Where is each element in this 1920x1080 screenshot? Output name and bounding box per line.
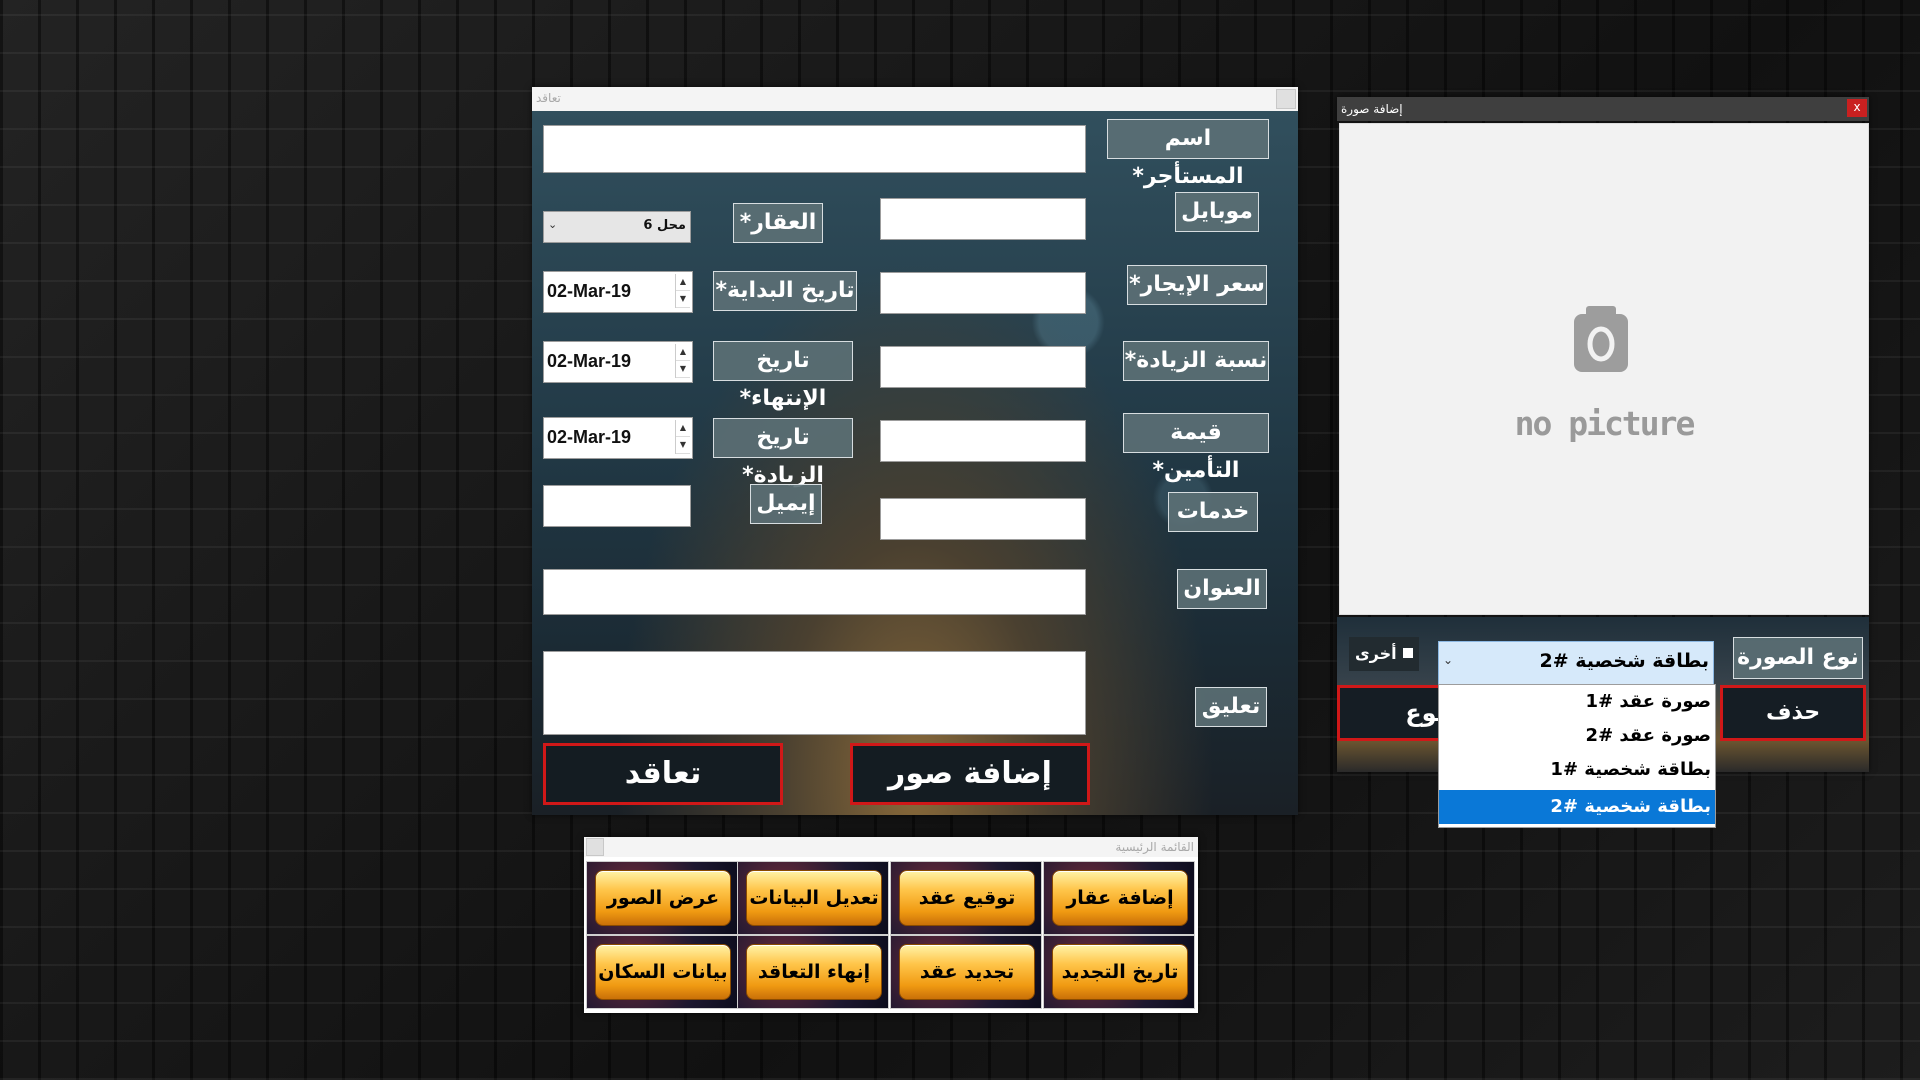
spin-up-icon[interactable]: ▲ bbox=[676, 344, 690, 361]
increase-rate-input[interactable] bbox=[880, 346, 1086, 388]
menu-cell: بيانات السكان bbox=[586, 935, 738, 1009]
menu-cell: تاريخ التجديد bbox=[1043, 935, 1195, 1009]
increase-date-picker[interactable]: 02-Mar-19 ▲ ▼ bbox=[543, 417, 693, 459]
insurance-value-input[interactable] bbox=[880, 420, 1086, 462]
email-label: إيميل bbox=[750, 484, 822, 524]
main-menu-close-button[interactable] bbox=[586, 838, 604, 856]
mobile-label: موبايل bbox=[1175, 192, 1259, 232]
sign-contract-button[interactable]: توقيع عقد bbox=[899, 870, 1035, 926]
mobile-input[interactable] bbox=[880, 198, 1086, 240]
menu-cell: توقيع عقد bbox=[890, 861, 1042, 935]
services-input[interactable] bbox=[880, 498, 1086, 540]
contract-title-bar[interactable]: تعاقد bbox=[532, 87, 1298, 112]
address-label: العنوان bbox=[1177, 569, 1267, 609]
contract-form: اسم المستأجر* موبايل العقار* محل 6 ⌄ سعر… bbox=[532, 111, 1298, 815]
property-select-value: محل 6 bbox=[643, 218, 686, 233]
menu-cell: إنهاء التعاقد bbox=[737, 935, 889, 1009]
increase-date-label: تاريخ الزيادة* bbox=[713, 418, 853, 488]
address-input[interactable] bbox=[543, 569, 1086, 615]
rent-price-input[interactable] bbox=[880, 272, 1086, 314]
end-contract-button[interactable]: إنهاء التعاقد bbox=[746, 944, 882, 1000]
other-checkbox[interactable] bbox=[1403, 648, 1413, 658]
view-photos-button[interactable]: عرض الصور bbox=[595, 870, 731, 926]
increase-rate-label: نسبة الزيادة* bbox=[1123, 341, 1269, 381]
main-menu-title: القائمة الرئيسية bbox=[1115, 840, 1194, 854]
increase-date-spinner[interactable]: ▲ ▼ bbox=[675, 420, 690, 454]
picture-preview: no picture bbox=[1339, 123, 1869, 615]
insurance-value-label: قيمة التأمين* bbox=[1123, 413, 1269, 483]
dropdown-option-selected[interactable]: بطاقة شخصية #2 bbox=[1439, 790, 1715, 824]
chevron-down-icon: ⌄ bbox=[548, 218, 558, 231]
dropdown-option[interactable]: صورة عقد #1 bbox=[1439, 685, 1715, 719]
spin-down-icon[interactable]: ▼ bbox=[676, 361, 690, 378]
other-checkbox-group[interactable]: أخرى bbox=[1349, 637, 1419, 671]
main-menu-grid: إضافة عقار توقيع عقد تعديل البيانات عرض … bbox=[584, 857, 1198, 1013]
menu-cell: تعديل البيانات bbox=[737, 861, 889, 935]
tenant-name-label: اسم المستأجر* bbox=[1107, 119, 1269, 189]
property-select[interactable]: محل 6 ⌄ bbox=[543, 211, 691, 243]
add-picture-title-bar[interactable]: إضافة صورة x bbox=[1337, 97, 1869, 121]
close-icon[interactable]: x bbox=[1847, 99, 1867, 117]
other-checkbox-label: أخرى bbox=[1355, 644, 1397, 663]
main-menu-window: القائمة الرئيسية إضافة عقار توقيع عقد تع… bbox=[584, 837, 1198, 1013]
contract-close-button[interactable] bbox=[1276, 89, 1296, 109]
image-type-selected: بطاقة شخصية #2 bbox=[1539, 650, 1709, 672]
menu-cell: عرض الصور bbox=[586, 861, 738, 935]
no-picture-text: no picture bbox=[1514, 404, 1696, 443]
edit-data-button[interactable]: تعديل البيانات bbox=[746, 870, 882, 926]
image-type-label: نوع الصورة bbox=[1733, 637, 1863, 679]
renew-contract-button[interactable]: تجديد عقد bbox=[899, 944, 1035, 1000]
spin-down-icon[interactable]: ▼ bbox=[676, 291, 690, 308]
add-property-button[interactable]: إضافة عقار bbox=[1052, 870, 1188, 926]
menu-cell: إضافة عقار bbox=[1043, 861, 1195, 935]
camera-icon bbox=[1574, 306, 1628, 372]
end-date-picker[interactable]: 02-Mar-19 ▲ ▼ bbox=[543, 341, 693, 383]
rent-price-label: سعر الإيجار* bbox=[1127, 265, 1267, 305]
residents-data-button[interactable]: بيانات السكان bbox=[595, 944, 731, 1000]
end-date-spinner[interactable]: ▲ ▼ bbox=[675, 344, 690, 378]
add-picture-window: إضافة صورة x no picture أخرى نوع الصورة … bbox=[1337, 97, 1869, 828]
dropdown-option[interactable]: صورة عقد #2 bbox=[1439, 719, 1715, 753]
comment-textarea[interactable] bbox=[543, 651, 1086, 735]
menu-cell: تجديد عقد bbox=[890, 935, 1042, 1009]
image-type-select[interactable]: بطاقة شخصية #2 ⌄ bbox=[1438, 641, 1714, 685]
image-type-dropdown-list: صورة عقد #1 صورة عقد #2 بطاقة شخصية #1 ب… bbox=[1438, 684, 1716, 828]
main-menu-title-bar[interactable]: القائمة الرئيسية bbox=[584, 837, 1198, 858]
tenant-name-input[interactable] bbox=[543, 125, 1086, 173]
start-date-label: تاريخ البداية* bbox=[713, 271, 857, 311]
delete-button[interactable]: حذف bbox=[1720, 685, 1866, 741]
dropdown-option[interactable]: بطاقة شخصية #1 bbox=[1439, 753, 1715, 787]
services-label: خدمات bbox=[1168, 492, 1258, 532]
add-photos-button[interactable]: إضافة صور bbox=[850, 743, 1090, 805]
chevron-down-icon: ⌄ bbox=[1443, 653, 1454, 667]
spin-down-icon[interactable]: ▼ bbox=[676, 437, 690, 454]
renewal-date-button[interactable]: تاريخ التجديد bbox=[1052, 944, 1188, 1000]
start-date-spinner[interactable]: ▲ ▼ bbox=[675, 274, 690, 308]
contract-window-title: تعاقد bbox=[536, 91, 561, 105]
end-date-label: تاريخ الإنتهاء* bbox=[713, 341, 853, 411]
spin-up-icon[interactable]: ▲ bbox=[676, 420, 690, 437]
start-date-value: 02-Mar-19 bbox=[547, 281, 632, 301]
email-input[interactable] bbox=[543, 485, 691, 527]
property-label: العقار* bbox=[733, 203, 823, 243]
end-date-value: 02-Mar-19 bbox=[547, 351, 632, 371]
contract-button[interactable]: تعاقد bbox=[543, 743, 783, 805]
spin-up-icon[interactable]: ▲ bbox=[676, 274, 690, 291]
increase-date-value: 02-Mar-19 bbox=[547, 427, 632, 447]
comment-label: تعليق bbox=[1195, 687, 1267, 727]
add-picture-title: إضافة صورة bbox=[1341, 102, 1403, 116]
contract-window: تعاقد اسم المستأجر* موبايل العقار* محل 6… bbox=[532, 87, 1298, 815]
start-date-picker[interactable]: 02-Mar-19 ▲ ▼ bbox=[543, 271, 693, 313]
